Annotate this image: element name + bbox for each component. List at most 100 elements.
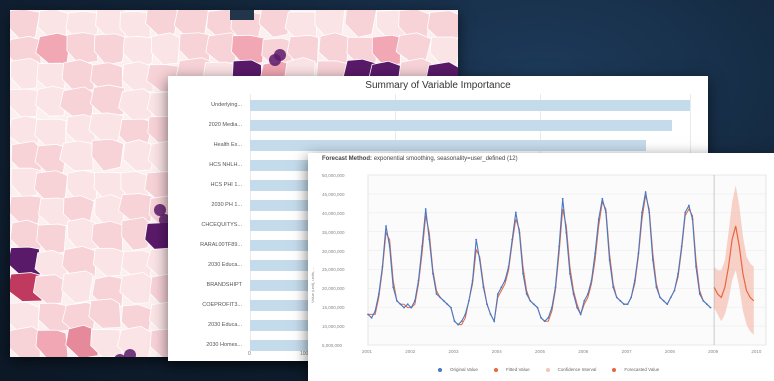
original-value-point — [576, 306, 578, 309]
original-value-point — [608, 259, 611, 261]
importance-bar — [250, 100, 690, 111]
map-region — [89, 84, 125, 118]
original-value-point — [572, 293, 575, 295]
original-value-point — [626, 303, 629, 306]
original-value-point — [377, 293, 380, 295]
original-value-point — [453, 320, 456, 323]
original-value-point — [395, 299, 398, 302]
importance-label: 2030 Educa... — [208, 262, 242, 268]
original-value-point — [623, 303, 625, 306]
map-region — [34, 118, 67, 149]
original-value-point — [496, 293, 499, 295]
legend-label: Original Value — [450, 367, 478, 372]
original-value-point — [601, 197, 604, 200]
forecast-legend: Original Value Fitted Value Confidence Int… — [438, 367, 675, 372]
original-value-point — [558, 245, 560, 248]
original-value-point — [424, 208, 427, 210]
forecast-x-tick: 2002 — [405, 349, 416, 354]
importance-title: Summary of Variable Importance — [365, 80, 511, 91]
original-value-point — [684, 211, 687, 214]
importance-label: BRANDSHIPT — [206, 282, 242, 288]
original-value-point — [410, 306, 413, 309]
importance-label: RARAL00TF89... — [200, 242, 242, 248]
original-value-point — [568, 272, 571, 275]
original-value-point — [442, 299, 445, 302]
legend-swatch — [493, 367, 498, 372]
original-value-point — [540, 316, 542, 319]
original-value-point — [662, 299, 665, 302]
map-region — [10, 58, 40, 90]
map-region — [61, 59, 95, 93]
importance-bar — [250, 140, 646, 151]
legend-item: Original Value — [438, 367, 486, 372]
legend-item: Fitted Value — [493, 367, 538, 372]
legend-item: Forecasted Value — [612, 367, 667, 372]
original-value-point — [489, 313, 492, 316]
original-value-point — [504, 279, 506, 282]
original-value-point — [590, 279, 593, 282]
original-value-point — [532, 303, 535, 306]
original-value-point — [399, 303, 402, 306]
map-region — [35, 329, 69, 357]
original-value-point — [518, 231, 521, 234]
original-value-point — [446, 303, 449, 306]
original-value-point — [486, 303, 488, 306]
map-region — [92, 247, 125, 277]
original-value-point — [648, 211, 651, 214]
map-region — [10, 10, 41, 42]
original-value-point — [680, 245, 683, 248]
forecast-window: Forecast Method: exponential smoothing, … — [308, 153, 774, 381]
map-region — [178, 32, 210, 63]
original-value-point — [655, 286, 658, 289]
original-value-point — [565, 231, 568, 234]
original-value-point — [666, 303, 669, 306]
original-value-point — [561, 197, 564, 200]
original-value-point — [367, 313, 369, 316]
original-value-point — [554, 286, 557, 289]
original-value-point — [471, 279, 474, 282]
original-value-point — [421, 245, 423, 248]
original-value-point — [457, 323, 460, 326]
original-value-point — [630, 296, 633, 299]
map-region — [10, 88, 40, 118]
original-value-point — [493, 320, 496, 323]
original-value-point — [586, 293, 589, 295]
original-value-point — [439, 296, 442, 299]
original-value-point — [388, 245, 391, 248]
original-value-point — [460, 320, 463, 323]
original-value-point — [702, 299, 705, 302]
legend-swatch — [612, 367, 617, 372]
original-value-point — [695, 265, 697, 268]
original-value-point — [543, 320, 546, 323]
map-region — [10, 326, 41, 357]
original-value-point — [705, 303, 708, 306]
map-notch — [230, 10, 254, 20]
original-value-point — [644, 191, 647, 193]
original-value-point — [687, 204, 690, 207]
original-value-point — [583, 299, 586, 302]
original-value-point — [633, 279, 636, 282]
map-region — [59, 140, 94, 172]
original-value-point — [619, 299, 622, 302]
original-value-point — [673, 289, 676, 292]
forecast-x-tick: 2010 — [751, 349, 762, 354]
original-value-point — [579, 313, 582, 316]
legend-label: Fitted Value — [505, 367, 530, 372]
legend-swatch — [438, 367, 442, 372]
map-region — [429, 36, 458, 67]
legend-swatch — [545, 367, 550, 372]
original-value-point — [597, 218, 600, 221]
map-region — [66, 32, 99, 64]
importance-label: 2030 Educa... — [208, 322, 242, 328]
importance-label: 2030 PH 1... — [211, 202, 242, 208]
importance-label: HCS NHLH... — [209, 162, 242, 168]
original-value-point — [392, 286, 395, 289]
original-value-point — [374, 310, 377, 312]
original-value-point — [691, 218, 694, 221]
original-value-point — [612, 286, 615, 289]
original-value-point — [482, 286, 485, 289]
map-region — [318, 32, 350, 64]
original-value-point — [637, 252, 640, 255]
original-value-point — [669, 296, 672, 299]
original-value-point — [529, 299, 532, 302]
